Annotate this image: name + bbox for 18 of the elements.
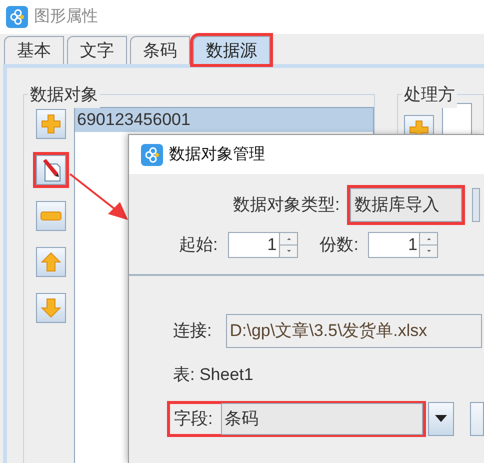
tab[interactable]: 文字 <box>67 36 127 64</box>
type-dropdown[interactable]: 数据库导入 <box>350 188 462 222</box>
dialog-title: 数据对象管理 <box>169 144 265 164</box>
field-label: 起始: <box>179 234 218 256</box>
field-label: 字段: <box>174 408 213 430</box>
number-spinner[interactable]: 1 <box>368 232 438 258</box>
number-spinner[interactable]: 1 <box>228 232 298 258</box>
tab[interactable]: 基本 <box>4 36 64 64</box>
field-label: 连接: <box>173 320 212 342</box>
tab[interactable]: 条码 <box>130 36 190 64</box>
list-item[interactable]: 690123456001 <box>75 108 373 132</box>
connection-field[interactable]: D:\gp\文章\3.5\发货单.xlsx <box>226 314 482 348</box>
tab[interactable]: 数据源 <box>193 36 270 64</box>
field-dropdown[interactable]: 条码 <box>220 402 424 434</box>
field-label: 份数: <box>320 234 358 256</box>
window-title: 图形属性 <box>34 7 98 27</box>
field-label: 数据对象类型: <box>233 194 340 216</box>
table-name: 表: Sheet1 <box>173 364 254 386</box>
